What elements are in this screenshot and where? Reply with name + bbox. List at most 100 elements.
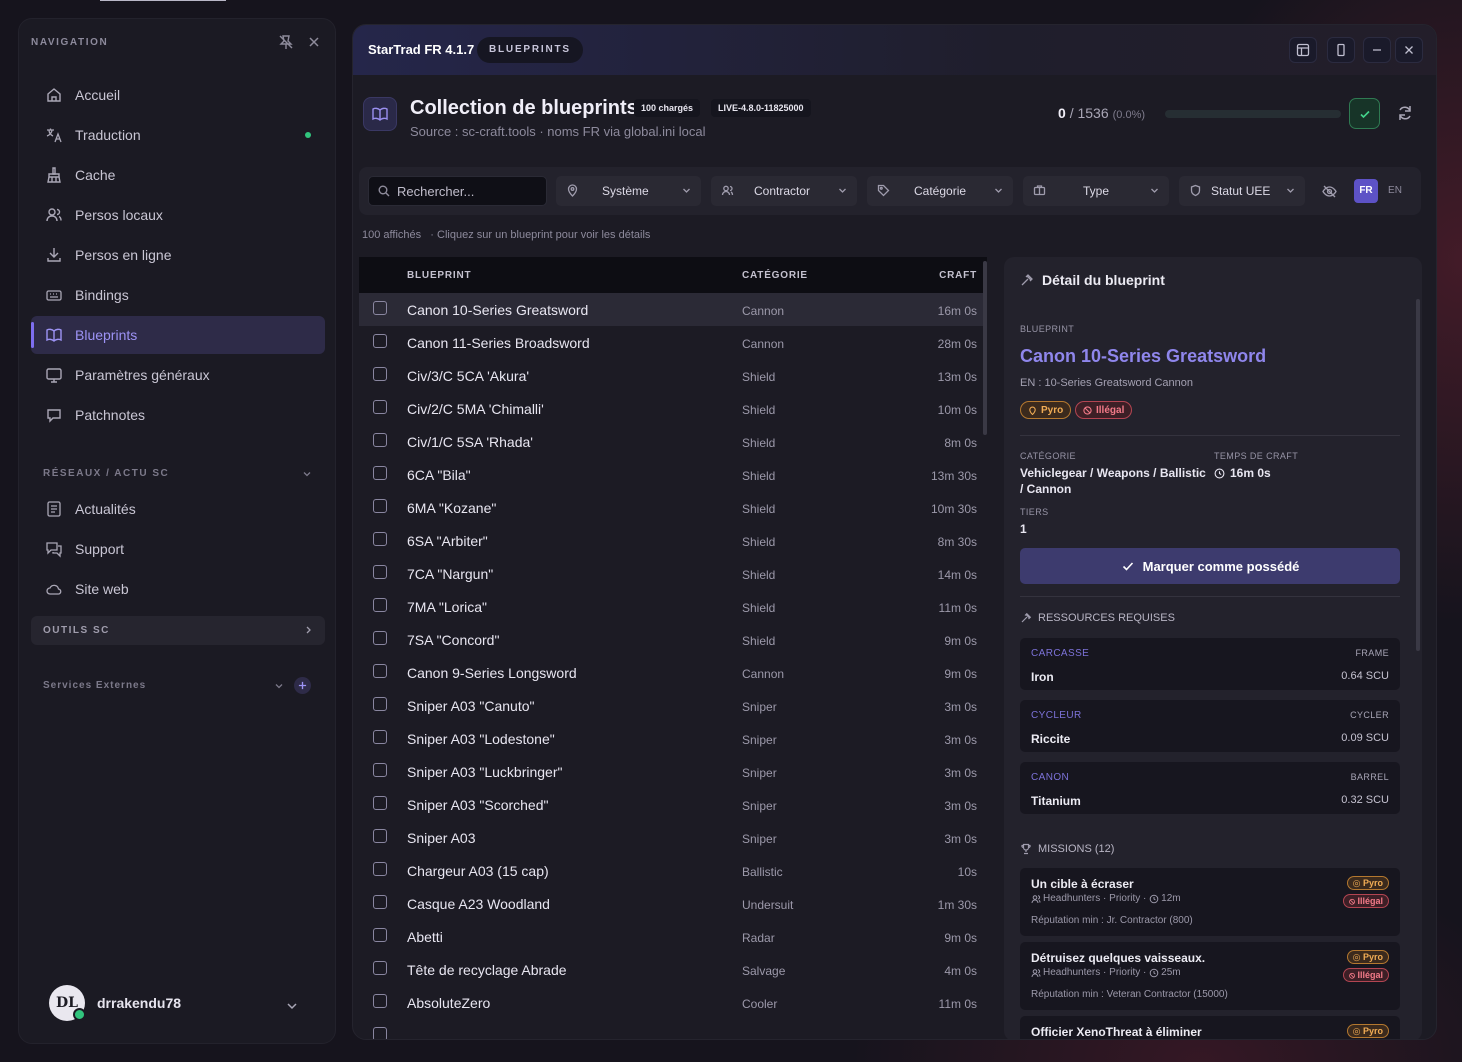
mobile-view-button[interactable]	[1327, 37, 1355, 63]
row-checkbox[interactable]	[373, 664, 387, 678]
lang-fr-button[interactable]: FR	[1354, 179, 1378, 203]
row-checkbox[interactable]	[373, 466, 387, 480]
table-row[interactable]: Canon 10-Series Greatsword Cannon 16m 0s	[359, 293, 987, 326]
row-checkbox[interactable]	[373, 532, 387, 546]
table-scrollbar[interactable]	[983, 261, 987, 435]
table-row[interactable]: Civ/2/C 5MA 'Chimalli' Shield 10m 0s	[359, 392, 987, 425]
table-row[interactable]: Civ/3/C 5CA 'Akura' Shield 13m 0s	[359, 359, 987, 392]
mission-card[interactable]: Détruisez quelques vaisseaux. Headhunters…	[1020, 942, 1400, 1010]
sidebar-item-persos-en-ligne[interactable]: Persos en ligne	[31, 236, 325, 274]
sidebar-item-persos-locaux[interactable]: Persos locaux	[31, 196, 325, 234]
row-checkbox[interactable]	[373, 829, 387, 843]
table-row[interactable]: 7CA "Nargun" Shield 14m 0s	[359, 557, 987, 590]
mission-org: Headhunters	[1043, 893, 1101, 904]
minimize-button[interactable]	[1363, 37, 1391, 63]
detail-scrollbar[interactable]	[1416, 299, 1420, 651]
sidebar-item-cache[interactable]: Cache	[31, 156, 325, 194]
table-row[interactable]: Sniper A03 "Luckbringer" Sniper 3m 0s	[359, 755, 987, 788]
sidebar-item-site-web[interactable]: Site web	[31, 570, 325, 608]
table-row[interactable]: Sniper A03 "Lodestone" Sniper 3m 0s	[359, 722, 987, 755]
sidebar-item-patchnotes[interactable]: Patchnotes	[31, 396, 325, 434]
sidebar-item-support[interactable]: Support	[31, 530, 325, 568]
row-checkbox[interactable]	[373, 763, 387, 777]
row-checkbox[interactable]	[373, 367, 387, 381]
row-checkbox[interactable]	[373, 1027, 387, 1039]
chevron-down-icon[interactable]	[273, 680, 285, 692]
sidebar-item-blueprints[interactable]: Blueprints	[31, 316, 325, 354]
table-row[interactable]: Canon 9-Series Longsword Cannon 9m 0s	[359, 656, 987, 689]
table-row[interactable]: Sniper A03 "Canuto" Sniper 3m 0s	[359, 689, 987, 722]
refresh-icon[interactable]	[1395, 103, 1415, 123]
layout-button[interactable]	[1289, 37, 1317, 63]
ban-icon	[1083, 405, 1092, 415]
table-row[interactable]: 7SA "Concord" Shield 9m 0s	[359, 623, 987, 656]
add-service-button[interactable]	[294, 677, 311, 694]
type-filter[interactable]: Type	[1023, 176, 1169, 206]
resource-item: CYCLEUR CYCLER Riccite 0.09 SCU	[1020, 700, 1400, 752]
row-checkbox[interactable]	[373, 565, 387, 579]
row-checkbox[interactable]	[373, 862, 387, 876]
table-row[interactable]: Canon 11-Series Broadsword Cannon 28m 0s	[359, 326, 987, 359]
chevron-down-icon[interactable]	[301, 468, 313, 480]
table-row[interactable]: Sniper A03 "Scorched" Sniper 3m 0s	[359, 788, 987, 821]
table-row[interactable]	[359, 1019, 987, 1039]
row-name: Sniper A03	[407, 830, 476, 846]
mark-owned-button[interactable]: Marquer comme possédé	[1020, 548, 1400, 584]
close-window-button[interactable]	[1395, 37, 1423, 63]
row-checkbox[interactable]	[373, 928, 387, 942]
category-filter[interactable]: Catégorie	[867, 176, 1013, 206]
table-row[interactable]: AbsoluteZero Cooler 11m 0s	[359, 986, 987, 1019]
row-checkbox[interactable]	[373, 499, 387, 513]
system-filter[interactable]: Système	[556, 176, 701, 206]
mission-card[interactable]: Officier XenoThreat à éliminer ◎ Pyro	[1020, 1016, 1400, 1039]
sidebar-item-actualites[interactable]: Actualités	[31, 490, 325, 528]
close-icon[interactable]	[305, 33, 323, 51]
table-row[interactable]: Casque A23 Woodland Undersuit 1m 30s	[359, 887, 987, 920]
row-checkbox[interactable]	[373, 895, 387, 909]
row-checkbox[interactable]	[373, 994, 387, 1008]
table-row[interactable]: 6MA "Kozane" Shield 10m 30s	[359, 491, 987, 524]
table-row[interactable]: Abetti Radar 9m 0s	[359, 920, 987, 953]
lang-en-button[interactable]: EN	[1383, 179, 1407, 203]
table-row[interactable]: Civ/1/C 5SA 'Rhada' Shield 8m 0s	[359, 425, 987, 458]
row-checkbox[interactable]	[373, 334, 387, 348]
row-category: Cannon	[742, 667, 785, 681]
row-checkbox[interactable]	[373, 400, 387, 414]
row-checkbox[interactable]	[373, 301, 387, 315]
row-checkbox[interactable]	[373, 631, 387, 645]
eye-off-icon[interactable]	[1321, 183, 1338, 200]
system-filter-label: Système	[602, 184, 649, 198]
row-checkbox[interactable]	[373, 697, 387, 711]
table-row[interactable]: 7MA "Lorica" Shield 11m 0s	[359, 590, 987, 623]
unpin-icon[interactable]	[277, 33, 295, 51]
col-craft[interactable]: CRAFT	[939, 270, 977, 281]
table-row[interactable]: 6CA "Bila" Shield 13m 30s	[359, 458, 987, 491]
row-checkbox[interactable]	[373, 598, 387, 612]
search-input[interactable]: Rechercher...	[368, 176, 547, 206]
user-menu[interactable]: DL drrakendu78	[49, 985, 181, 1021]
row-checkbox[interactable]	[373, 433, 387, 447]
confirm-button[interactable]	[1349, 98, 1380, 129]
chevron-down-icon[interactable]	[285, 999, 299, 1013]
sidebar-item-accueil[interactable]: Accueil	[31, 76, 325, 114]
table-row[interactable]: Tête de recyclage Abrade Salvage 4m 0s	[359, 953, 987, 986]
row-checkbox[interactable]	[373, 961, 387, 975]
loaded-badge: 100 chargés	[634, 99, 701, 117]
row-checkbox[interactable]	[373, 796, 387, 810]
table-row[interactable]: Chargeur A03 (15 cap) Ballistic 10s	[359, 854, 987, 887]
tools-section[interactable]: OUTILS SC	[31, 616, 325, 645]
row-checkbox[interactable]	[373, 730, 387, 744]
sidebar-item-traduction[interactable]: Traduction	[31, 116, 325, 154]
status-filter[interactable]: Statut UEE	[1179, 176, 1305, 206]
col-category[interactable]: CATÉGORIE	[742, 270, 808, 281]
pyro-badge: ◎ Pyro	[1346, 1024, 1389, 1038]
news-icon	[45, 500, 63, 518]
sidebar-item-parametres[interactable]: Paramètres généraux	[31, 356, 325, 394]
row-craft-time: 9m 0s	[944, 931, 977, 945]
table-row[interactable]: Sniper A03 Sniper 3m 0s	[359, 821, 987, 854]
mission-card[interactable]: Un cible à écraser Headhunters · Priority…	[1020, 868, 1400, 936]
table-row[interactable]: 6SA "Arbiter" Shield 8m 30s	[359, 524, 987, 557]
col-blueprint[interactable]: BLUEPRINT	[407, 270, 471, 281]
contractor-filter[interactable]: Contractor	[711, 176, 857, 206]
sidebar-item-bindings[interactable]: Bindings	[31, 276, 325, 314]
